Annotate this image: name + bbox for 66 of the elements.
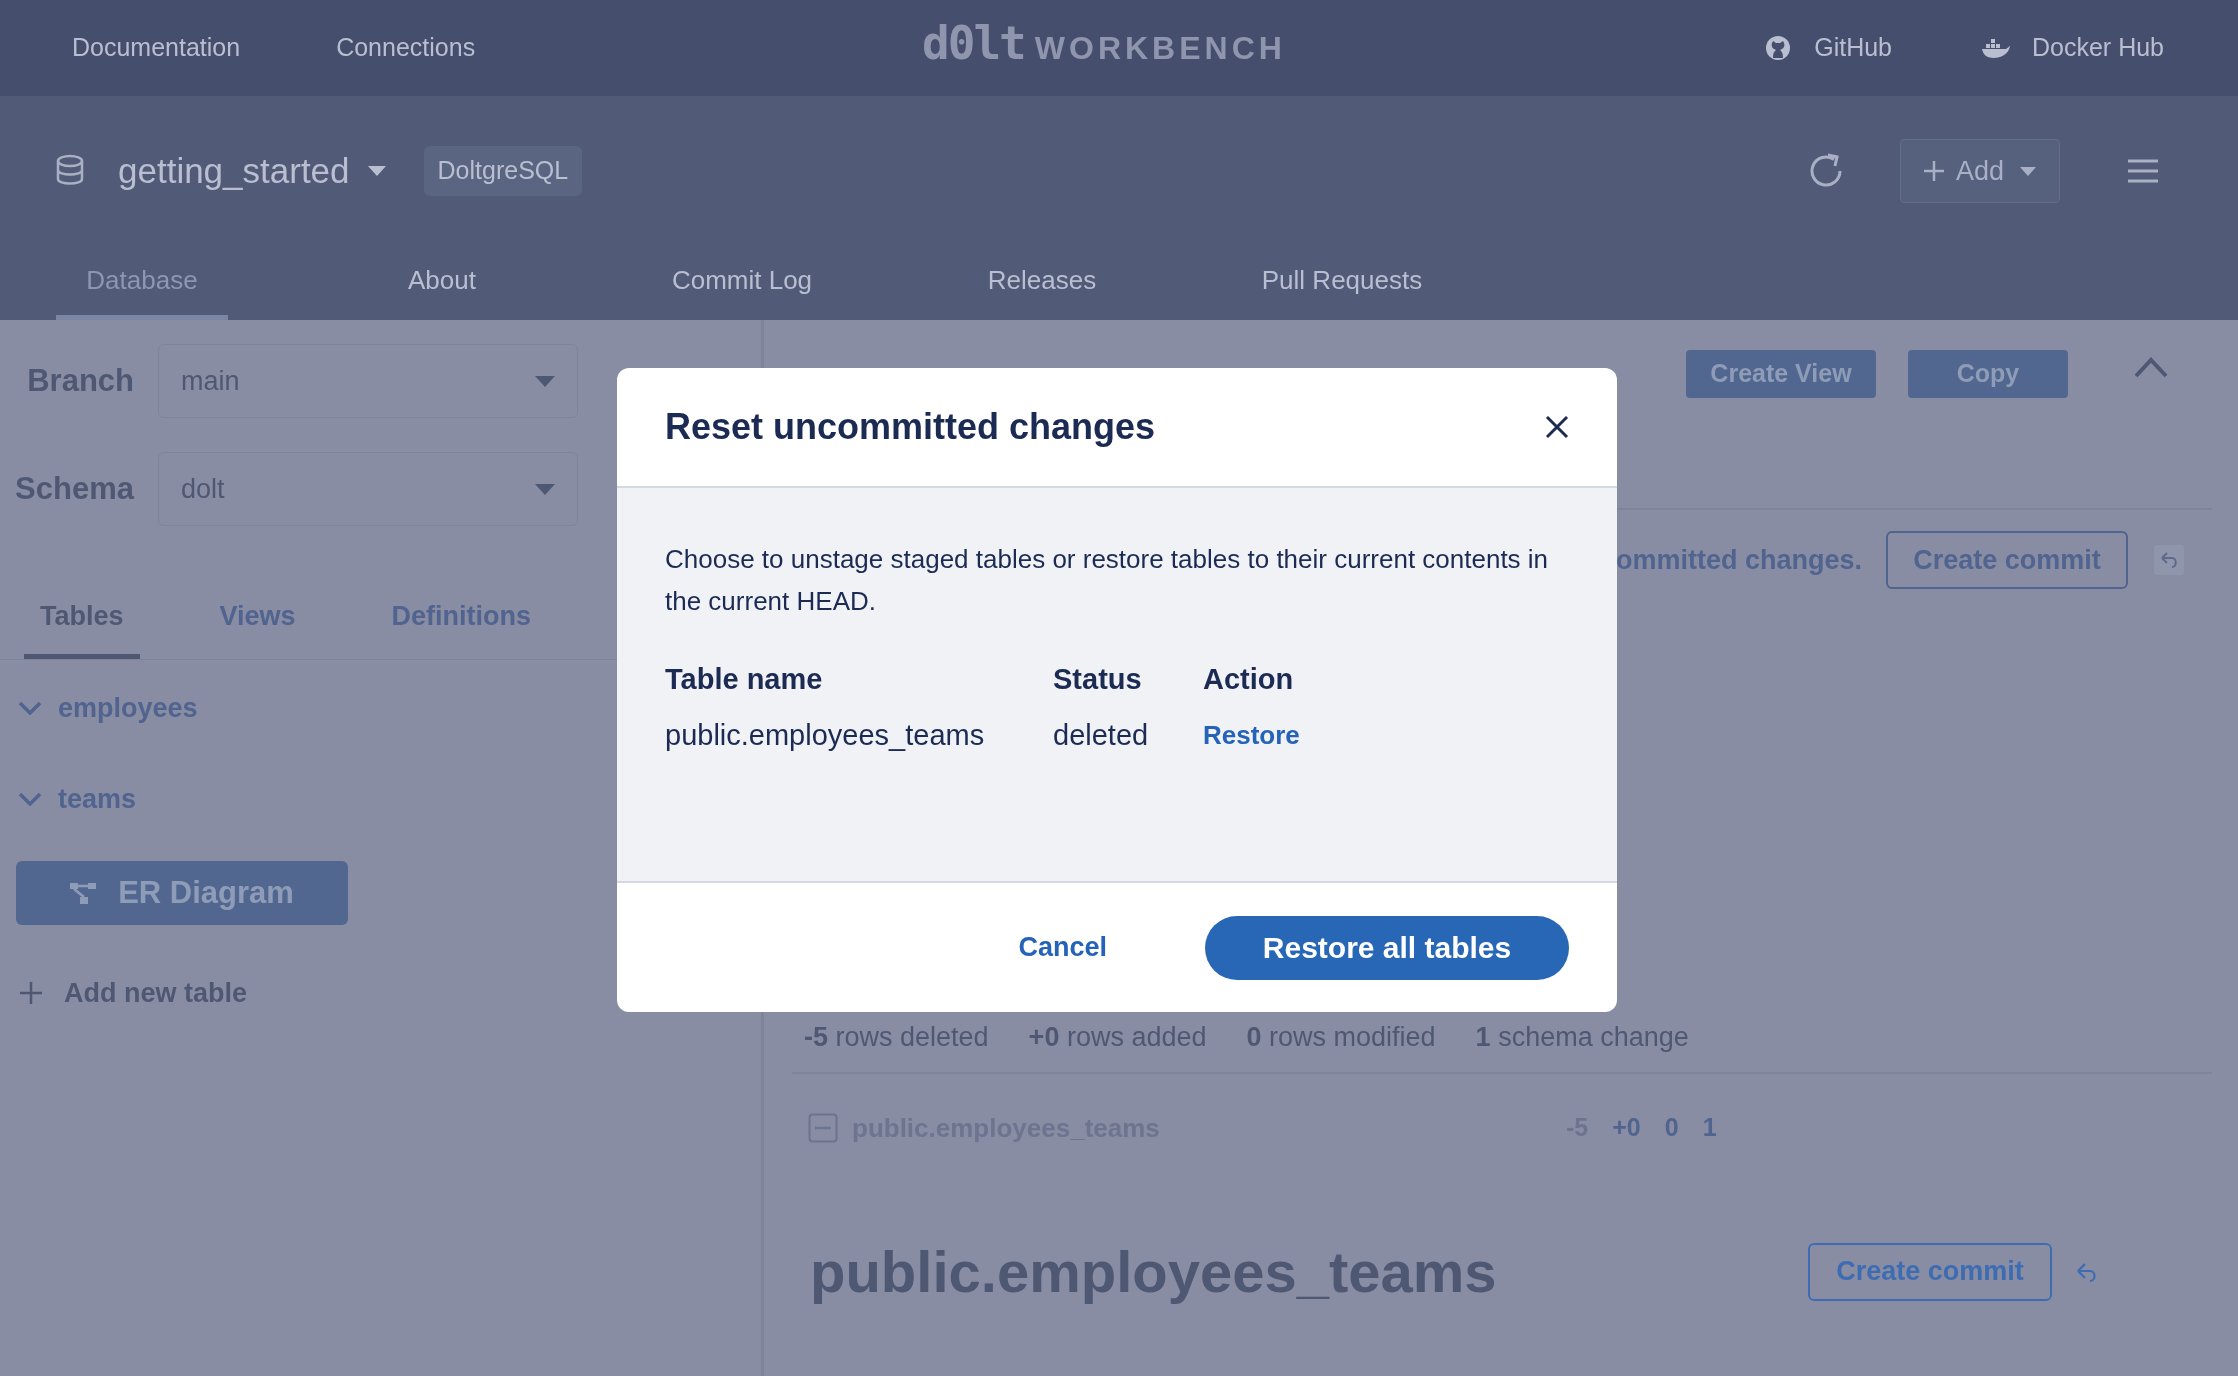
summary-stat: 1 schema change xyxy=(1475,1020,1689,1054)
plus-icon xyxy=(20,982,42,1005)
copy-button[interactable]: Copy xyxy=(1908,350,2068,398)
schema-dropdown[interactable]: dolt xyxy=(158,452,578,526)
undo-icon xyxy=(2154,545,2184,575)
nav-link[interactable]: Docker Hub xyxy=(1980,29,2164,67)
dialog-title: Reset uncommitted changes xyxy=(665,405,1156,449)
database-icon xyxy=(56,154,86,188)
column-header: Table name xyxy=(665,662,824,697)
chevron-up-icon xyxy=(2134,356,2168,378)
github-icon xyxy=(1764,34,1793,62)
sidebar-tab[interactable]: Definitions xyxy=(375,578,548,659)
field-label: Schema xyxy=(14,469,134,508)
chevron-down-icon xyxy=(18,701,42,716)
diagram-icon xyxy=(70,882,97,904)
table-cell-text: deleted xyxy=(1053,717,1150,753)
nav-link[interactable]: Documentation xyxy=(72,29,241,67)
sidebar-tab[interactable]: Views xyxy=(203,578,312,659)
caret-icon xyxy=(535,375,555,387)
field-label: Branch xyxy=(26,361,134,400)
dialog-description: Choose to unstage staged tables or restore tables to their current contents in the current HEAD. xyxy=(665,543,1550,618)
diff-count: 1 xyxy=(1702,1112,1717,1144)
column-header: Action xyxy=(1203,662,1295,697)
nav-tab[interactable]: Releases xyxy=(956,246,1128,320)
diff-count: 0 xyxy=(1664,1112,1679,1144)
caret-icon xyxy=(367,166,386,176)
caret-icon xyxy=(2020,166,2036,176)
nav-tab[interactable]: Pull Requests xyxy=(1256,246,1428,320)
nav-tab[interactable]: Database xyxy=(56,246,228,320)
chevron-down-icon xyxy=(18,791,42,806)
nav-link[interactable]: GitHub xyxy=(1764,29,1892,67)
summary-stat: +0 rows added xyxy=(1028,1020,1207,1054)
database-selector[interactable]: getting_started xyxy=(118,144,386,198)
restore-all-button[interactable]: Restore all tables xyxy=(1205,915,1569,980)
changes-text: ommitted changes. xyxy=(1615,543,1862,577)
menu-button[interactable] xyxy=(2128,159,2158,183)
table-item[interactable]: teams xyxy=(18,778,761,819)
cancel-button[interactable]: Cancel xyxy=(1018,927,1107,968)
menu-icon xyxy=(2128,159,2158,183)
logo-text: WORKBENCH xyxy=(1034,32,1286,64)
add-button[interactable]: Add xyxy=(1900,139,2060,203)
summary-stat: -5 rows deleted xyxy=(804,1020,989,1054)
create-view-button[interactable]: Create View xyxy=(1686,350,1876,398)
nav-tab[interactable]: About xyxy=(356,246,528,320)
nav-link[interactable]: Connections xyxy=(336,29,476,67)
database-type-badge: DoltgreSQL xyxy=(423,146,583,196)
collapse-button[interactable] xyxy=(2134,356,2168,378)
branch-dropdown[interactable]: main xyxy=(158,344,578,418)
summary-stat: 0 rows modified xyxy=(1246,1020,1436,1054)
close-button[interactable] xyxy=(1545,415,1569,439)
table-cell-text: public.employees_teams xyxy=(665,717,986,753)
create-commit-button[interactable]: Create commit xyxy=(1808,1242,2052,1301)
collapse-icon xyxy=(808,1113,838,1143)
table-title: public.employees_teams xyxy=(810,1238,1498,1306)
restore-link[interactable]: Restore xyxy=(1203,715,1569,755)
diff-count: +0 xyxy=(1612,1112,1641,1144)
add-table-button[interactable]: Add new table xyxy=(20,973,761,1014)
column-header: Status xyxy=(1053,662,1143,697)
close-icon xyxy=(1545,415,1569,439)
logo-mark: d0lt xyxy=(922,20,1025,66)
nav-tab[interactable]: Commit Log xyxy=(656,246,828,320)
er-diagram-button[interactable]: ER Diagram xyxy=(16,861,348,925)
create-commit-button[interactable]: Create commit xyxy=(1886,531,2128,589)
sidebar-tab[interactable]: Tables xyxy=(24,578,140,659)
caret-icon xyxy=(535,483,555,495)
plus-icon xyxy=(1923,161,1944,181)
